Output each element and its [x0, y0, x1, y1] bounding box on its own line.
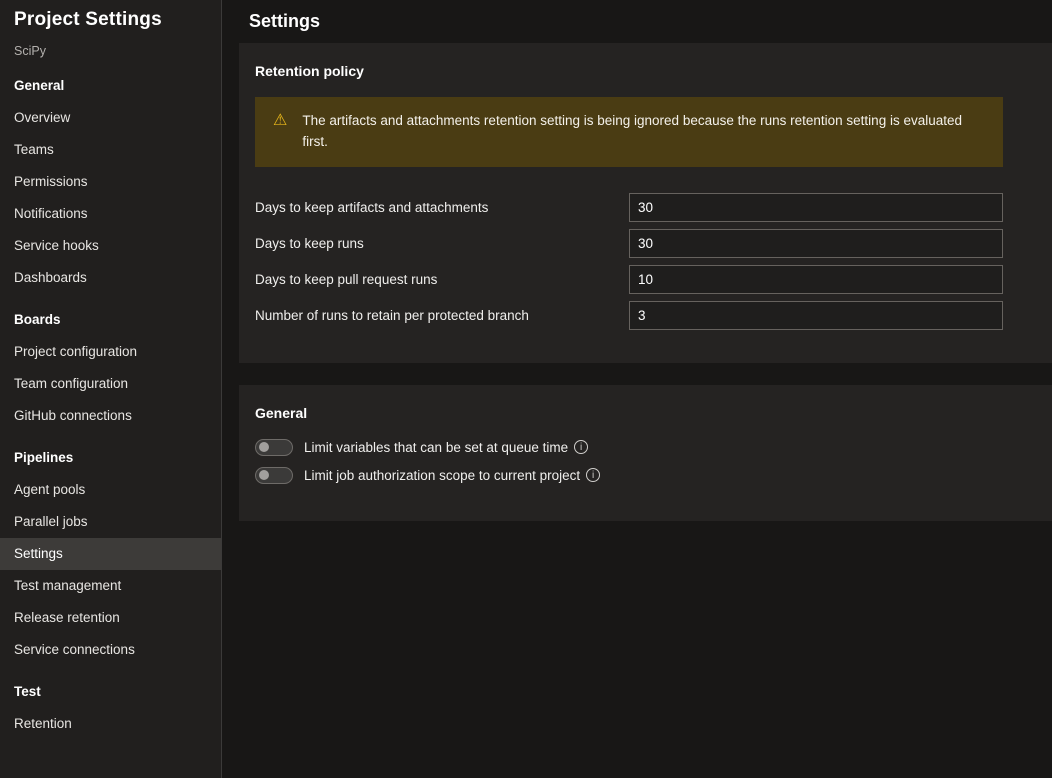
- warning-icon: ⚠: [273, 112, 288, 129]
- limit-job-scope-toggle[interactable]: [255, 466, 293, 484]
- sidebar-section-pipelines: Pipelines: [14, 450, 74, 465]
- days-to-keep-runs-label: Days to keep runs: [255, 235, 364, 251]
- sidebar-section-general: General: [14, 78, 65, 93]
- sidebar-item-parallel-jobs[interactable]: Parallel jobs: [0, 506, 221, 538]
- info-icon[interactable]: i: [586, 468, 601, 483]
- sidebar-item-agent-pools[interactable]: Agent pools: [0, 474, 221, 506]
- sidebar-item-notifications[interactable]: Notifications: [0, 198, 221, 230]
- sidebar-item-permissions[interactable]: Permissions: [0, 166, 221, 198]
- limit-variables-label: Limit variables that can be set at queue…: [304, 439, 569, 455]
- sidebar-item-test-management[interactable]: Test management: [0, 570, 221, 602]
- sidebar-title: Project Settings: [14, 9, 162, 30]
- form-row-artifacts: Days to keep artifacts and attachments: [255, 192, 1003, 222]
- sidebar-item-github-connections[interactable]: GitHub connections: [0, 400, 221, 432]
- sidebar-item-project-configuration[interactable]: Project configuration: [0, 336, 221, 368]
- warning-message: The artifacts and attachments retention …: [302, 113, 962, 149]
- form-row-pr-runs: Days to keep pull request runs: [255, 264, 1003, 294]
- limit-variables-toggle[interactable]: [255, 438, 293, 456]
- sidebar-item-overview[interactable]: Overview: [0, 102, 221, 134]
- days-to-keep-artifacts-label: Days to keep artifacts and attachments: [255, 199, 489, 215]
- days-to-keep-artifacts-input[interactable]: [629, 192, 1003, 222]
- general-card-title: General: [255, 404, 308, 421]
- limit-variables-row: Limit variables that can be set at queue…: [255, 438, 1003, 456]
- info-icon[interactable]: i: [574, 440, 589, 455]
- settings-main-content: Settings Retention policy ⚠ The artifact…: [223, 0, 1052, 778]
- retention-policy-card: Retention policy ⚠ The artifacts and att…: [239, 43, 1052, 363]
- page-title: Settings: [249, 11, 321, 31]
- form-row-runs: Days to keep runs: [255, 228, 1003, 258]
- sidebar-item-dashboards[interactable]: Dashboards: [0, 262, 221, 294]
- project-name: SciPy: [14, 44, 46, 58]
- sidebar-item-team-configuration[interactable]: Team configuration: [0, 368, 221, 400]
- runs-per-protected-branch-label: Number of runs to retain per protected b…: [255, 307, 529, 323]
- sidebar-nav: General Overview Teams Permissions Notif…: [0, 70, 221, 740]
- sidebar-item-service-connections[interactable]: Service connections: [0, 634, 221, 666]
- project-settings-sidebar: Project Settings SciPy General Overview …: [0, 0, 222, 778]
- sidebar-item-teams[interactable]: Teams: [0, 134, 221, 166]
- limit-job-scope-label: Limit job authorization scope to current…: [304, 467, 581, 483]
- days-to-keep-runs-input[interactable]: [629, 228, 1003, 258]
- runs-per-protected-branch-input[interactable]: [629, 300, 1003, 330]
- sidebar-item-settings[interactable]: Settings: [0, 538, 221, 570]
- sidebar-section-test: Test: [14, 684, 41, 699]
- days-to-keep-pr-runs-input[interactable]: [629, 264, 1003, 294]
- sidebar-item-release-retention[interactable]: Release retention: [0, 602, 221, 634]
- retention-policy-title: Retention policy: [255, 63, 364, 79]
- toggle-knob: [259, 470, 269, 481]
- sidebar-item-service-hooks[interactable]: Service hooks: [0, 230, 221, 262]
- retention-warning-banner: ⚠ The artifacts and attachments retentio…: [255, 97, 1003, 167]
- toggle-knob: [259, 442, 269, 453]
- sidebar-item-retention[interactable]: Retention: [0, 708, 221, 740]
- limit-job-scope-row: Limit job authorization scope to current…: [255, 466, 1003, 484]
- form-row-protected-branch: Number of runs to retain per protected b…: [255, 300, 1003, 330]
- days-to-keep-pr-runs-label: Days to keep pull request runs: [255, 271, 438, 287]
- sidebar-section-boards: Boards: [14, 312, 61, 327]
- general-card: General Limit variables that can be set …: [239, 384, 1052, 521]
